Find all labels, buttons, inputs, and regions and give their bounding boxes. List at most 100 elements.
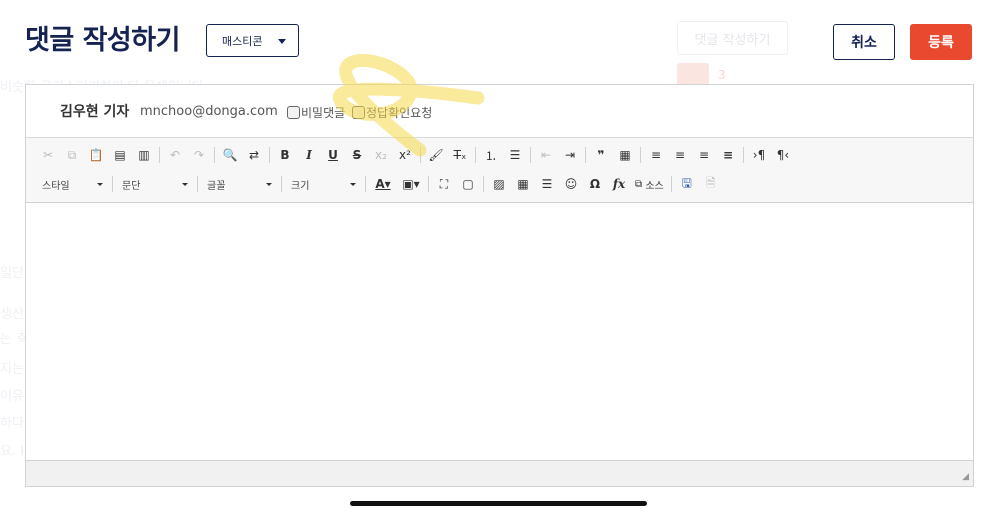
toolbar-separator <box>420 147 421 163</box>
text-color-icon[interactable]: A▾ <box>369 173 397 195</box>
background-color-icon[interactable]: ▣▾ <box>397 173 425 195</box>
special-char-icon[interactable]: Ω <box>583 173 607 195</box>
undo-icon[interactable]: ↶ <box>163 144 187 166</box>
align-right-icon[interactable]: ≡ <box>692 144 716 166</box>
toolbar-separator <box>112 176 113 192</box>
blockquote-icon[interactable]: ❞ <box>589 144 613 166</box>
toolbar-separator <box>281 176 282 192</box>
toolbar-row-2: 스타일 문단 글꼴 크기 A▾ ▣▾ ⛶ ▢ ▨ ▦ ☰ ☺ Ω fx ⧉ 소스… <box>36 172 723 196</box>
find-icon[interactable]: 🔍 <box>218 144 242 166</box>
source-label: 소스 <box>645 180 664 192</box>
page-title: 댓글 작성하기 <box>25 25 180 56</box>
caret-down-icon <box>266 183 272 186</box>
redo-icon[interactable]: ↷ <box>187 144 211 166</box>
toolbar-separator <box>475 147 476 163</box>
style-combo-label: 스타일 <box>42 180 70 192</box>
background-text-fragment: 요. I <box>0 444 25 459</box>
bold-icon[interactable]: B <box>273 144 297 166</box>
remove-format-icon[interactable]: T̶ₓ <box>448 144 472 166</box>
toolbar-separator <box>585 147 586 163</box>
paste-word-icon[interactable]: ▥ <box>132 144 156 166</box>
style-combo[interactable]: 스타일 <box>36 173 109 195</box>
align-left-icon[interactable]: ≡ <box>644 144 668 166</box>
background-text-fragment: 이유 <box>0 389 24 404</box>
underline-icon[interactable]: U <box>321 144 345 166</box>
format-painter-icon[interactable]: 🖌 <box>424 144 448 166</box>
source-button[interactable]: ⧉ 소스 <box>631 173 668 195</box>
checkbox-icon[interactable] <box>287 106 300 119</box>
answer-check-label: 정답확인요청 <box>366 106 433 120</box>
align-justify-icon[interactable]: ≡ <box>716 144 740 166</box>
caret-down-icon <box>182 183 188 186</box>
paragraph-combo-label: 문단 <box>122 180 141 192</box>
table-icon[interactable]: ▦ <box>511 173 535 195</box>
bulleted-list-icon[interactable]: ☰ <box>503 144 527 166</box>
show-blocks-icon[interactable]: ▢ <box>456 173 480 195</box>
caret-down-icon <box>350 183 356 186</box>
toolbar-separator <box>159 147 160 163</box>
smiley-icon[interactable]: ☺ <box>559 173 583 195</box>
checkbox-icon[interactable] <box>352 106 365 119</box>
resize-grip-icon[interactable]: ◢ <box>962 473 969 482</box>
copy-icon[interactable]: ⧉ <box>60 144 84 166</box>
background-text-fragment: 일단 <box>0 266 24 281</box>
author-row: 김우현 기자 mnchoo@donga.com 비밀댓글 정답확인요청 <box>26 85 973 138</box>
background-like-count: 3 <box>718 68 726 82</box>
secret-comment-label: 비밀댓글 <box>301 106 346 120</box>
paste-icon[interactable]: 📋 <box>84 144 108 166</box>
cut-icon[interactable]: ✂ <box>36 144 60 166</box>
editor-toolbar: ✂ ⧉ 📋 ▤ ▥ ↶ ↷ 🔍 ⇄ B I U S x₂ x² 🖌 T̶ₓ ⒈ … <box>26 138 973 203</box>
replace-icon[interactable]: ⇄ <box>242 144 266 166</box>
toolbar-separator <box>428 176 429 192</box>
secret-comment-checkbox[interactable]: 비밀댓글 <box>287 104 345 121</box>
rtl-icon[interactable]: ¶‹ <box>771 144 795 166</box>
toolbar-separator <box>483 176 484 192</box>
editor-status-bar: ◢ <box>26 460 973 486</box>
toolbar-separator <box>743 147 744 163</box>
caret-down-icon <box>278 39 286 44</box>
ltr-icon[interactable]: ›¶ <box>747 144 771 166</box>
source-icon: ⧉ <box>635 178 646 190</box>
answer-check-checkbox[interactable]: 정답확인요청 <box>352 104 432 121</box>
author-name: 김우현 기자 <box>60 104 130 120</box>
paste-text-icon[interactable]: ▤ <box>108 144 132 166</box>
save-icon[interactable]: 🖫 <box>675 173 699 195</box>
submit-button[interactable]: 등록 <box>910 24 972 60</box>
font-combo-label: 글꼴 <box>207 180 226 192</box>
superscript-icon[interactable]: x² <box>393 144 417 166</box>
maximize-icon[interactable]: ⛶ <box>432 173 456 195</box>
toolbar-separator <box>640 147 641 163</box>
emoticon-select[interactable]: 매스티콘 <box>206 24 299 57</box>
paragraph-combo[interactable]: 문단 <box>116 173 194 195</box>
toolbar-separator <box>365 176 366 192</box>
div-container-icon[interactable]: ▦ <box>613 144 637 166</box>
emoticon-select-label: 매스티콘 <box>222 34 263 48</box>
preview-icon[interactable]: 🗎 <box>699 173 723 195</box>
image-icon[interactable]: ▨ <box>487 173 511 195</box>
background-text-fragment: 는 축 <box>0 332 29 347</box>
strikethrough-icon[interactable]: S <box>345 144 369 166</box>
italic-icon[interactable]: I <box>297 144 321 166</box>
numbered-list-icon[interactable]: ⒈ <box>479 144 503 166</box>
size-combo[interactable]: 크기 <box>285 173 362 195</box>
background-text-fragment: 지는 <box>0 362 24 377</box>
cancel-button[interactable]: 취소 <box>833 24 895 60</box>
font-combo[interactable]: 글꼴 <box>201 173 278 195</box>
formula-icon[interactable]: fx <box>607 173 631 195</box>
toolbar-separator <box>214 147 215 163</box>
size-combo-label: 크기 <box>291 180 310 192</box>
toolbar-separator <box>269 147 270 163</box>
horizontal-line-icon[interactable]: ☰ <box>535 173 559 195</box>
subscript-icon[interactable]: x₂ <box>369 144 393 166</box>
background-write-comment-button: 댓글 작성하기 <box>677 21 788 55</box>
toolbar-separator <box>530 147 531 163</box>
caret-down-icon <box>97 183 103 186</box>
editor-content-area[interactable] <box>26 203 973 461</box>
author-email: mnchoo@donga.com <box>140 104 278 119</box>
align-center-icon[interactable]: ≡ <box>668 144 692 166</box>
indent-icon[interactable]: ⇥ <box>558 144 582 166</box>
home-indicator <box>350 501 647 506</box>
outdent-icon[interactable]: ⇤ <box>534 144 558 166</box>
background-text-fragment: 생산 <box>0 307 24 322</box>
toolbar-row-1: ✂ ⧉ 📋 ▤ ▥ ↶ ↷ 🔍 ⇄ B I U S x₂ x² 🖌 T̶ₓ ⒈ … <box>36 143 795 167</box>
